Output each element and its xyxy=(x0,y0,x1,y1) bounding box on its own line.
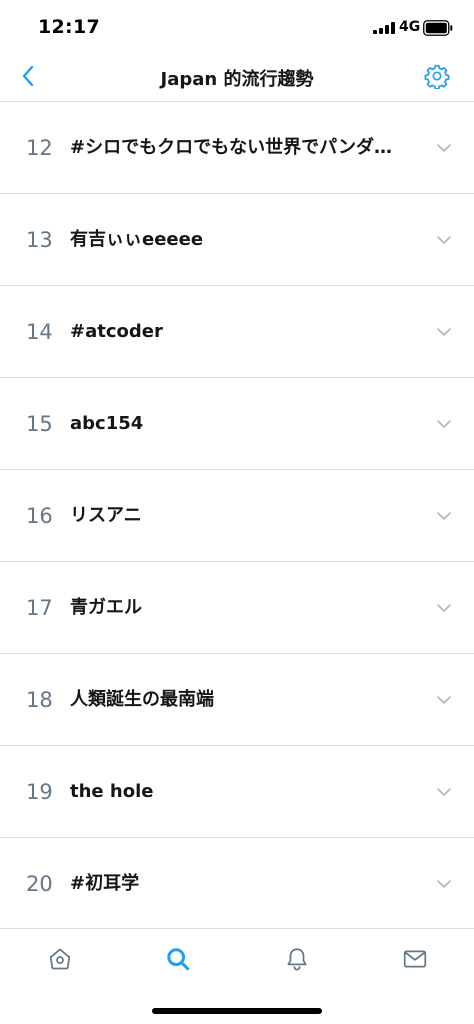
bell-icon xyxy=(287,948,307,971)
battery-icon xyxy=(423,20,453,36)
trend-rank: 16 xyxy=(26,504,53,528)
mail-icon xyxy=(403,950,427,968)
trend-row[interactable]: 18 人類誕生の最南端 xyxy=(0,654,474,746)
chevron-down-icon[interactable] xyxy=(434,598,454,618)
tab-home[interactable] xyxy=(40,939,80,979)
chevron-down-icon[interactable] xyxy=(434,230,454,250)
trend-name: #atcoder xyxy=(70,321,163,342)
trend-list: 12 #シロでもクロでもない世界でパンダ… 13 有吉ぃぃeeeee 14 #a… xyxy=(0,102,474,930)
trend-name: 青ガエル xyxy=(70,597,142,618)
trend-name: リスアニ xyxy=(70,505,142,526)
chevron-down-icon[interactable] xyxy=(434,506,454,526)
trend-row[interactable]: 15 abc154 xyxy=(0,378,474,470)
trend-rank: 13 xyxy=(26,228,53,252)
trend-rank: 14 xyxy=(26,320,53,344)
tab-messages[interactable] xyxy=(395,939,435,979)
trend-name: #初耳学 xyxy=(70,873,140,894)
trend-rank: 18 xyxy=(26,688,53,712)
chevron-down-icon[interactable] xyxy=(434,414,454,434)
tab-notifications[interactable] xyxy=(277,939,317,979)
trend-row[interactable]: 20 #初耳学 xyxy=(0,838,474,930)
trend-row[interactable]: 19 the hole xyxy=(0,746,474,838)
trend-name: abc154 xyxy=(70,413,144,434)
trend-rank: 19 xyxy=(26,780,53,804)
trend-row[interactable]: 13 有吉ぃぃeeeee xyxy=(0,194,474,286)
tab-search[interactable] xyxy=(158,939,198,979)
trend-row[interactable]: 17 青ガエル xyxy=(0,562,474,654)
trend-rank: 20 xyxy=(26,872,53,896)
status-bar: 12:17 4G xyxy=(0,0,474,50)
chevron-down-icon[interactable] xyxy=(434,782,454,802)
chevron-down-icon[interactable] xyxy=(434,138,454,158)
trend-row[interactable]: 12 #シロでもクロでもない世界でパンダ… xyxy=(0,102,474,194)
trend-name: 有吉ぃぃeeeee xyxy=(70,229,204,250)
trend-row[interactable]: 16 リスアニ xyxy=(0,470,474,562)
trend-name: #シロでもクロでもない世界でパンダ… xyxy=(70,137,392,158)
chevron-down-icon[interactable] xyxy=(434,690,454,710)
chevron-down-icon[interactable] xyxy=(434,874,454,894)
signal-icon xyxy=(373,22,395,34)
trend-name: the hole xyxy=(70,781,154,802)
trend-rank: 17 xyxy=(26,596,53,620)
status-time: 12:17 xyxy=(38,16,100,38)
trend-rank: 15 xyxy=(26,412,53,436)
trend-name: 人類誕生の最南端 xyxy=(70,689,214,710)
chevron-down-icon[interactable] xyxy=(434,322,454,342)
home-indicator xyxy=(152,1008,322,1014)
network-type: 4G xyxy=(399,19,421,35)
search-icon xyxy=(167,948,190,971)
gear-icon xyxy=(424,64,450,89)
settings-button[interactable] xyxy=(422,61,452,91)
trend-rank: 12 xyxy=(26,136,53,160)
page-title: Japan 的流行趨勢 xyxy=(160,69,314,90)
trend-row[interactable]: 14 #atcoder xyxy=(0,286,474,378)
home-icon xyxy=(49,948,71,970)
nav-bar: Japan 的流行趨勢 xyxy=(0,50,474,102)
